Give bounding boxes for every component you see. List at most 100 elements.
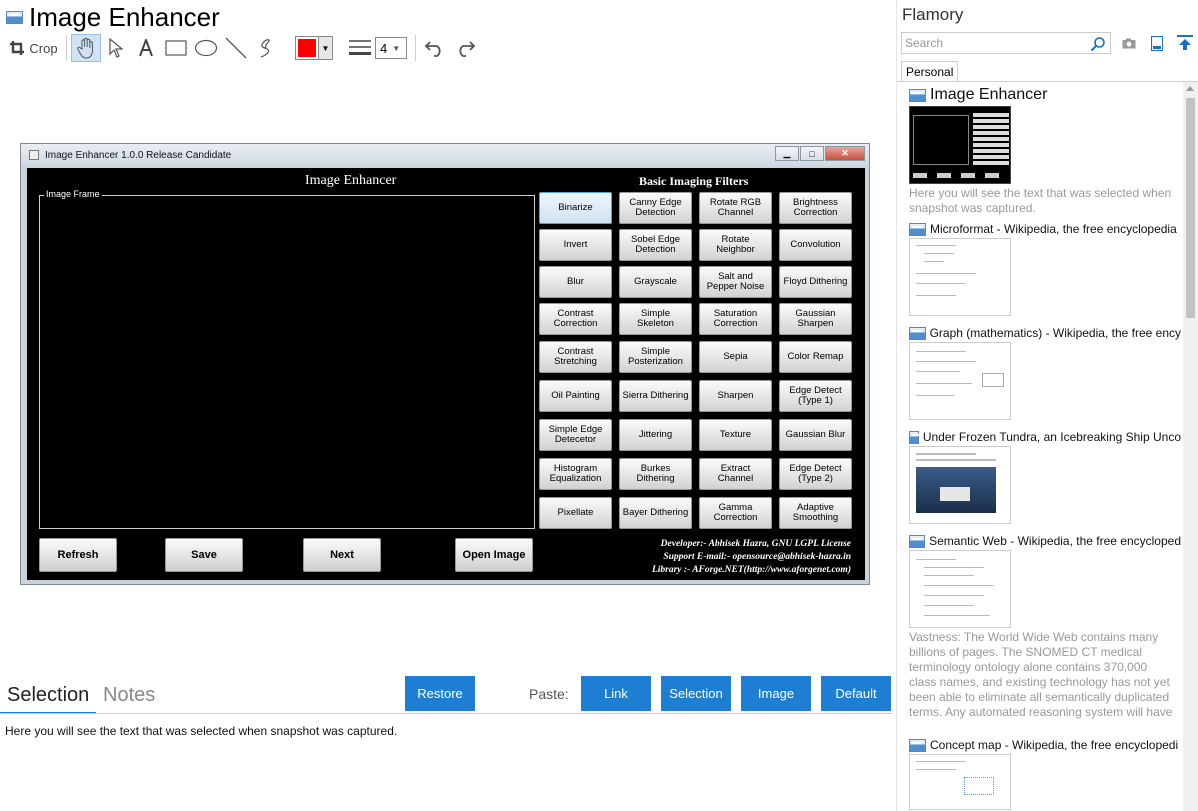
select-tool-button[interactable] <box>101 34 131 62</box>
sidebar-actions <box>1121 34 1193 52</box>
text-tool-button[interactable] <box>131 34 161 62</box>
filter-button: Gamma Correction <box>699 497 772 529</box>
thumbnail <box>909 446 1011 524</box>
list-item-title: Concept map - Wikipedia, the free encycl… <box>909 738 1181 752</box>
line-width-button[interactable] <box>345 34 375 62</box>
document-icon <box>1151 35 1163 51</box>
credit-line: Library :- AForge.NET(http://www.aforgen… <box>651 565 851 575</box>
list-item[interactable]: Under Frozen Tundra, an Icebreaking Ship… <box>909 430 1181 524</box>
crop-label: Crop <box>29 40 58 56</box>
paste-default-button[interactable]: Default <box>821 676 891 711</box>
filter-button: Floyd Dithering <box>779 266 852 298</box>
filter-button: Rotate Neighbor <box>699 229 772 261</box>
freehand-tool-button[interactable] <box>251 34 281 62</box>
list-item-title-text: Microformat - Wikipedia, the free encycl… <box>930 222 1177 236</box>
filter-button: Sierra Dithering <box>619 380 692 412</box>
filter-button: Edge Detect (Type 2) <box>779 458 852 490</box>
redo-icon <box>459 41 476 57</box>
filter-button: Jittering <box>619 419 692 451</box>
list-item[interactable]: Graph (mathematics) - Wikipedia, the fre… <box>909 326 1181 420</box>
filter-button: Simple Skeleton <box>619 303 692 335</box>
filter-button: Contrast Stretching <box>539 341 612 373</box>
page-icon <box>6 11 23 24</box>
flamory-sidebar: Flamory Search Personal Image Enhancer H… <box>896 0 1198 811</box>
page-icon <box>909 326 926 340</box>
app-root: Image Enhancer Crop ▼ 4 ▼ Image Enhancer… <box>0 0 1198 811</box>
page-icon <box>909 534 926 548</box>
thumbnail <box>909 238 1011 316</box>
thumbnail <box>909 550 1011 628</box>
filter-button: Blur <box>539 266 612 298</box>
sidebar-scrollbar[interactable] <box>1183 82 1198 811</box>
collapse-top-icon <box>1177 35 1193 50</box>
snapshot-heading: Image Enhancer <box>305 173 397 188</box>
rectangle-tool-button[interactable] <box>161 34 191 62</box>
search-input[interactable]: Search <box>901 32 1111 54</box>
list-item[interactable]: Image Enhancer Here you will see the tex… <box>909 86 1181 216</box>
list-item[interactable]: Microformat - Wikipedia, the free encycl… <box>909 222 1181 316</box>
refresh-button: Refresh <box>39 538 117 572</box>
document-button[interactable] <box>1149 34 1165 52</box>
camera-icon <box>1122 38 1136 48</box>
undo-button[interactable] <box>420 34 450 62</box>
list-item-title-text: Concept map - Wikipedia, the free encycl… <box>930 738 1179 752</box>
restore-button[interactable]: Restore <box>405 676 475 711</box>
paste-link-button[interactable]: Link <box>581 676 651 711</box>
filter-button: Brightness Correction <box>779 192 852 224</box>
thumbnail <box>909 106 1011 184</box>
line-width-select[interactable]: 4 ▼ <box>375 37 407 59</box>
filter-button: Salt and Pepper Noise <box>699 266 772 298</box>
list-item[interactable]: Concept map - Wikipedia, the free encycl… <box>909 738 1181 810</box>
page-title: Image Enhancer <box>6 2 220 33</box>
tab-notes[interactable]: Notes <box>103 684 155 707</box>
search-icon[interactable] <box>1090 36 1106 52</box>
filter-button: Rotate RGB Channel <box>699 192 772 224</box>
filter-button: Adaptive Smoothing <box>779 497 852 529</box>
line-tool-button[interactable] <box>221 34 251 62</box>
line-width-value: 4 <box>380 40 388 56</box>
open-image-button: Open Image <box>455 538 533 572</box>
filter-button: Invert <box>539 229 612 261</box>
paste-image-button[interactable]: Image <box>741 676 811 711</box>
selection-text: Here you will see the text that was sele… <box>5 724 398 738</box>
ellipse-tool-button[interactable] <box>191 34 221 62</box>
image-frame: Image Frame <box>39 189 535 529</box>
collapse-button[interactable] <box>1177 34 1193 52</box>
crop-button[interactable]: Crop <box>6 34 62 62</box>
snapshot-image: Image Enhancer 1.0.0 Release Candidate ▁… <box>20 143 870 585</box>
toolbar-divider <box>66 35 67 61</box>
hand-tool-button[interactable] <box>71 34 101 62</box>
tab-selection[interactable]: Selection <box>7 684 89 707</box>
close-icon: ✕ <box>825 146 865 161</box>
filter-button: Gaussian Sharpen <box>779 303 852 335</box>
list-item[interactable]: Semantic Web - Wikipedia, the free encyc… <box>909 534 1181 720</box>
scroll-up-icon[interactable] <box>1186 86 1194 91</box>
list-item-title: Semantic Web - Wikipedia, the free encyc… <box>909 534 1181 548</box>
color-swatch <box>295 36 319 60</box>
filter-button: Oil Painting <box>539 380 612 412</box>
minimize-icon: ▁ <box>775 146 799 161</box>
search-placeholder: Search <box>905 36 944 50</box>
tab-personal[interactable]: Personal <box>901 61 959 82</box>
rectangle-icon <box>165 40 187 56</box>
line-icon <box>225 37 247 59</box>
filter-button: Gaussian Blur <box>779 419 852 451</box>
color-picker[interactable]: ▼ <box>295 36 333 60</box>
app-window-icon <box>29 150 39 160</box>
scrollbar-thumb[interactable] <box>1186 98 1195 318</box>
credit-line: Developer:- Abhisek Hazra, GNU LGPL Lice… <box>660 539 851 549</box>
filter-button-grid: Binarize Canny Edge Detection Rotate RGB C… <box>539 192 853 529</box>
list-item-description: Here you will see the text that was sele… <box>909 186 1172 215</box>
redo-button[interactable] <box>450 34 480 62</box>
camera-button[interactable] <box>1121 34 1137 52</box>
snapshot-window-titlebar: Image Enhancer 1.0.0 Release Candidate <box>21 144 869 166</box>
thumbnail <box>909 754 1011 810</box>
paste-selection-button[interactable]: Selection <box>661 676 731 711</box>
filter-button: Sepia <box>699 341 772 373</box>
main-pane: Image Enhancer Crop ▼ 4 ▼ Image Enhancer… <box>0 0 896 811</box>
filter-button: Burkes Dithering <box>619 458 692 490</box>
credits: Developer:- Abhisek Hazra, GNU LGPL Lice… <box>652 538 851 577</box>
credit-line: Support E-mail:- opensource@abhisek-hazr… <box>663 552 851 562</box>
filter-button: Color Remap <box>779 341 852 373</box>
toolbar-divider <box>415 35 416 61</box>
